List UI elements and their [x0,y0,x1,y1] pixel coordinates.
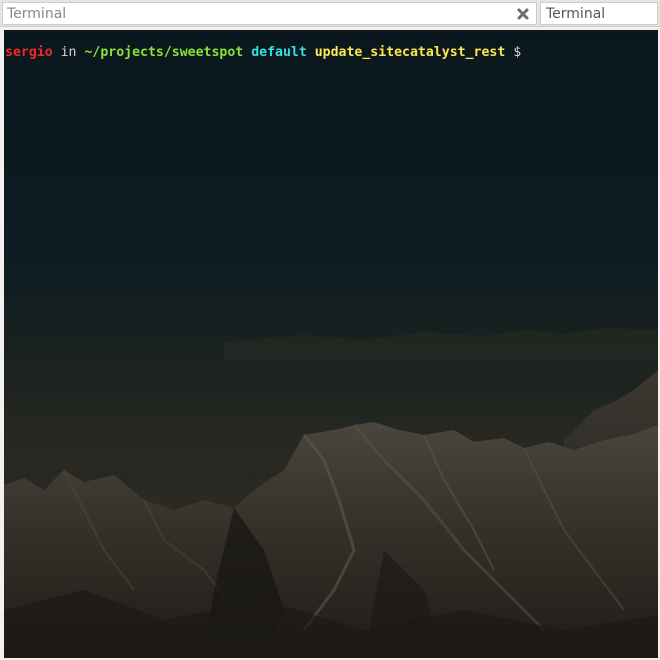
tab-terminal-2[interactable]: Terminal [540,2,658,25]
tab-title: Terminal [7,5,67,22]
prompt-user: sergio [5,45,53,60]
close-icon[interactable] [514,5,532,23]
tab-bar: Terminal Terminal [0,0,660,27]
prompt-path: ~/projects/sweetspot [84,45,244,60]
terminal-window: Terminal Terminal sergio in ~/projects/s… [0,0,660,660]
shell-prompt: sergio in ~/projects/sweetspot default u… [5,44,521,62]
tab-terminal-1[interactable]: Terminal [2,2,537,25]
tab-title: Terminal [546,5,606,22]
prompt-in-text: in [60,45,77,60]
prompt-symbol: $ [513,45,522,60]
terminal-output[interactable]: sergio in ~/projects/sweetspot default u… [4,30,658,658]
prompt-env: default [251,45,307,60]
prompt-git-branch: update_sitecatalyst_rest [314,45,506,60]
mountain-background-image [4,290,658,658]
